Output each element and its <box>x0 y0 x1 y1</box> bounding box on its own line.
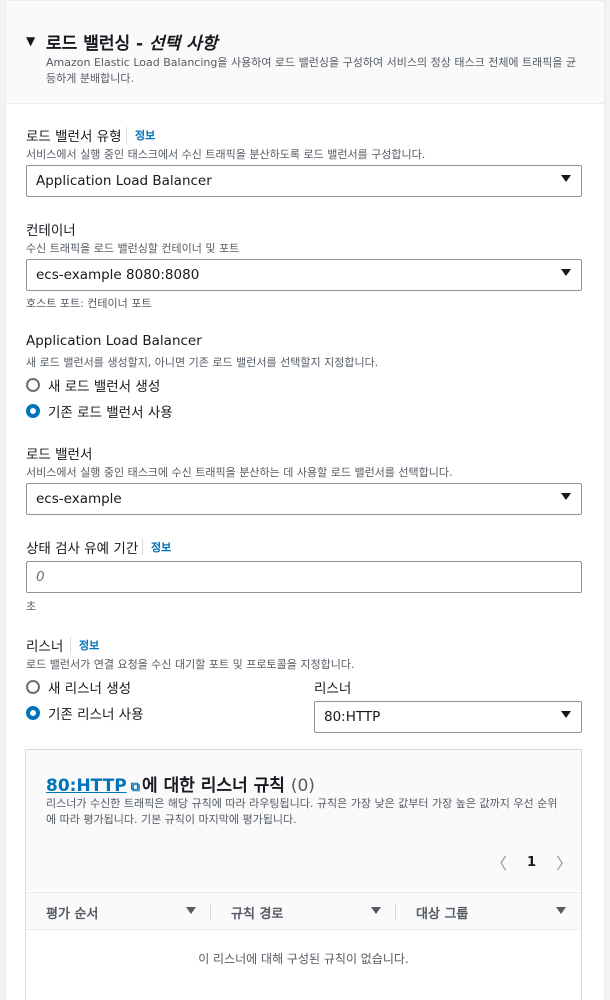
radio-label: 기존 리스너 사용 <box>48 707 144 723</box>
container-hint: 호스트 포트: 컨테이너 포트 <box>26 297 152 310</box>
radio-label: 새 로드 밸런서 생성 <box>48 379 161 395</box>
caret-down-icon[interactable]: ▼ <box>26 34 35 48</box>
lb-type-label: 로드 밸런서 유형 <box>26 129 122 145</box>
page-number[interactable]: 1 <box>527 855 536 870</box>
section-title-text: 로드 밸런싱 - <box>46 34 150 54</box>
dropdown-arrow-icon <box>561 493 571 500</box>
chevron-left-icon[interactable]: 〈 <box>491 850 507 874</box>
radio-circle-checked[interactable] <box>26 706 40 720</box>
load-balancer-select[interactable]: ecs-example <box>26 483 582 515</box>
radio-label: 새 리스너 생성 <box>48 681 132 697</box>
listener-label: 리스너 <box>26 639 64 655</box>
section-description: Amazon Elastic Load Balancing을 사용하여 로드 밸… <box>46 56 577 85</box>
listener-rules-title: 80:HTTP ⧉ 에 대한 리스너 규칙 (0) <box>46 771 315 796</box>
sort-icon[interactable] <box>556 907 566 914</box>
load-balancer-label: 로드 밸런서 <box>26 447 93 463</box>
radio-circle[interactable] <box>26 378 40 392</box>
load-balancer-value: ecs-example <box>36 491 122 507</box>
column-header-order[interactable]: 평가 순서 <box>46 903 98 922</box>
radio-new-listener[interactable]: 새 리스너 생성 <box>26 677 131 697</box>
dropdown-arrow-icon <box>561 269 571 276</box>
dropdown-arrow-icon <box>561 711 571 718</box>
container-select[interactable]: ecs-example 8080:8080 <box>26 259 582 291</box>
radio-circle-checked[interactable] <box>26 404 40 418</box>
radio-label: 기존 로드 밸런서 사용 <box>48 405 173 421</box>
lb-type-value: Application Load Balancer <box>36 173 212 189</box>
column-divider <box>210 904 211 920</box>
listener-rules-title-suffix: 에 대한 리스너 규칙 <box>142 776 285 796</box>
column-header-target-group[interactable]: 대상 그룹 <box>416 903 468 922</box>
sort-icon[interactable] <box>371 907 381 914</box>
radio-new-load-balancer[interactable]: 새 로드 밸런서 생성 <box>26 375 160 395</box>
listener-rules-header: 80:HTTP ⧉ 에 대한 리스너 규칙 (0) 리스너가 수신한 트래픽은 해당… <box>26 750 581 890</box>
pagination: 〈 1 〉 <box>491 850 572 874</box>
section-title-optional: 선택 사항 <box>149 34 218 54</box>
column-divider <box>395 904 396 920</box>
radio-existing-load-balancer[interactable]: 기존 로드 밸런서 사용 <box>26 401 173 421</box>
dropdown-arrow-icon <box>561 175 571 182</box>
external-link-icon[interactable]: ⧉ <box>131 780 140 795</box>
listener-info-link[interactable]: 정보 <box>70 637 99 653</box>
empty-state-message: 이 리스너에 대해 구성된 규칙이 없습니다. <box>198 952 409 966</box>
alb-description: 새 로드 밸런서를 생성할지, 아니면 기존 로드 밸런서를 선택할지 지정합니… <box>26 356 379 369</box>
listener-value: 80:HTTP <box>324 709 381 725</box>
lb-type-description: 서비스에서 실행 중인 태스크에서 수신 트래픽을 분산하도록 로드 밸런서를 … <box>26 148 426 161</box>
container-label: 컨테이너 <box>26 223 76 239</box>
health-check-input-box[interactable] <box>26 561 582 593</box>
container-value: ecs-example 8080:8080 <box>36 267 200 283</box>
load-balancing-panel: ▼ 로드 밸런싱 - 선택 사항 Amazon Elastic Load Bal… <box>5 0 605 1000</box>
listener-rules-container: 80:HTTP ⧉ 에 대한 리스너 규칙 (0) 리스너가 수신한 트래픽은 해당… <box>25 749 582 1000</box>
radio-existing-listener[interactable]: 기존 리스너 사용 <box>26 703 144 723</box>
listener-rules-description: 리스너가 수신한 트래픽은 해당 규칙에 따라 라우팅됩니다. 규칙은 가장 낮… <box>46 797 558 826</box>
radio-circle[interactable] <box>26 680 40 694</box>
chevron-right-icon[interactable]: 〉 <box>556 850 572 874</box>
listener-select-label: 리스너 <box>314 681 352 697</box>
health-check-unit: 초 <box>26 600 37 613</box>
lb-type-select[interactable]: Application Load Balancer <box>26 165 582 197</box>
section-title: 로드 밸런싱 - 선택 사항 <box>46 29 218 54</box>
column-header-path[interactable]: 규칙 경로 <box>231 903 283 922</box>
sort-icon[interactable] <box>186 907 196 914</box>
rules-table-header: 평가 순서 규칙 경로 대상 그룹 <box>26 892 581 930</box>
health-check-label: 상태 검사 유예 기간 <box>26 541 139 557</box>
health-check-input[interactable] <box>36 569 536 585</box>
listener-rules-count: (0) <box>290 776 315 796</box>
listener-description: 로드 밸런서가 연결 요청을 수신 대기할 포트 및 프로토콜을 지정합니다. <box>26 658 355 671</box>
listener-select[interactable]: 80:HTTP <box>314 701 582 733</box>
load-balancer-description: 서비스에서 실행 중인 태스크에 수신 트래픽을 분산하는 데 사용할 로드 밸… <box>26 466 453 479</box>
listener-link[interactable]: 80:HTTP <box>46 776 127 796</box>
section-header[interactable]: ▼ 로드 밸런싱 - 선택 사항 Amazon Elastic Load Bal… <box>6 0 604 104</box>
health-check-info-link[interactable]: 정보 <box>142 539 171 555</box>
container-description: 수신 트래픽을 로드 밸런싱할 컨테이너 및 포트 <box>26 242 240 255</box>
alb-label: Application Load Balancer <box>26 333 202 349</box>
lb-type-info-link[interactable]: 정보 <box>126 127 155 143</box>
